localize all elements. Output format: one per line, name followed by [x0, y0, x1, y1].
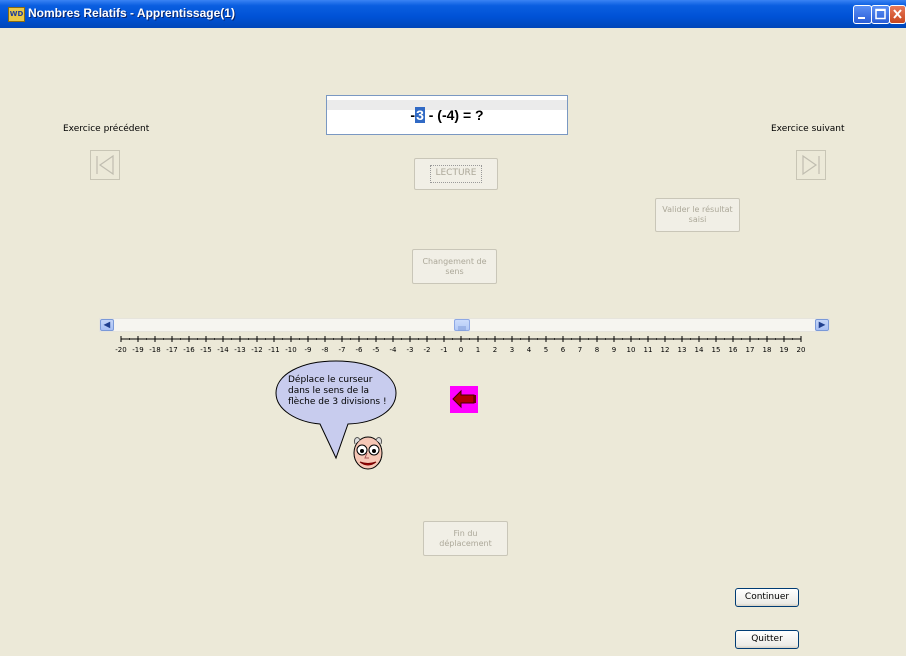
- maximize-icon: [875, 8, 886, 20]
- quit-button[interactable]: Quitter: [735, 630, 799, 649]
- direction-arrow-icon: [450, 386, 478, 413]
- app-icon: WD: [8, 7, 25, 22]
- main-content: Exercice précédent Exercice suivant -3 -…: [0, 28, 906, 656]
- window-title: Nombres Relatifs - Apprentissage(1): [28, 6, 235, 20]
- speech-bubble: [275, 360, 397, 460]
- end-move-button[interactable]: Fin du déplacement: [423, 521, 508, 556]
- close-button[interactable]: [889, 5, 906, 24]
- left-arrow-icon: [452, 389, 476, 409]
- continue-button-label: Continuer: [744, 591, 790, 602]
- minimize-button[interactable]: [853, 5, 872, 24]
- speech-bubble-text: Déplace le curseur dans le sens de la fl…: [288, 375, 387, 407]
- end-move-button-label: Fin du déplacement: [439, 528, 492, 548]
- maximize-button[interactable]: [871, 5, 890, 24]
- title-bar[interactable]: WD Nombres Relatifs - Apprentissage(1): [0, 0, 906, 28]
- close-icon: [893, 9, 902, 19]
- continue-button[interactable]: Continuer: [735, 588, 799, 607]
- minimize-icon: [858, 17, 865, 19]
- professor-face-icon: [353, 436, 383, 470]
- quit-button-label: Quitter: [751, 633, 783, 644]
